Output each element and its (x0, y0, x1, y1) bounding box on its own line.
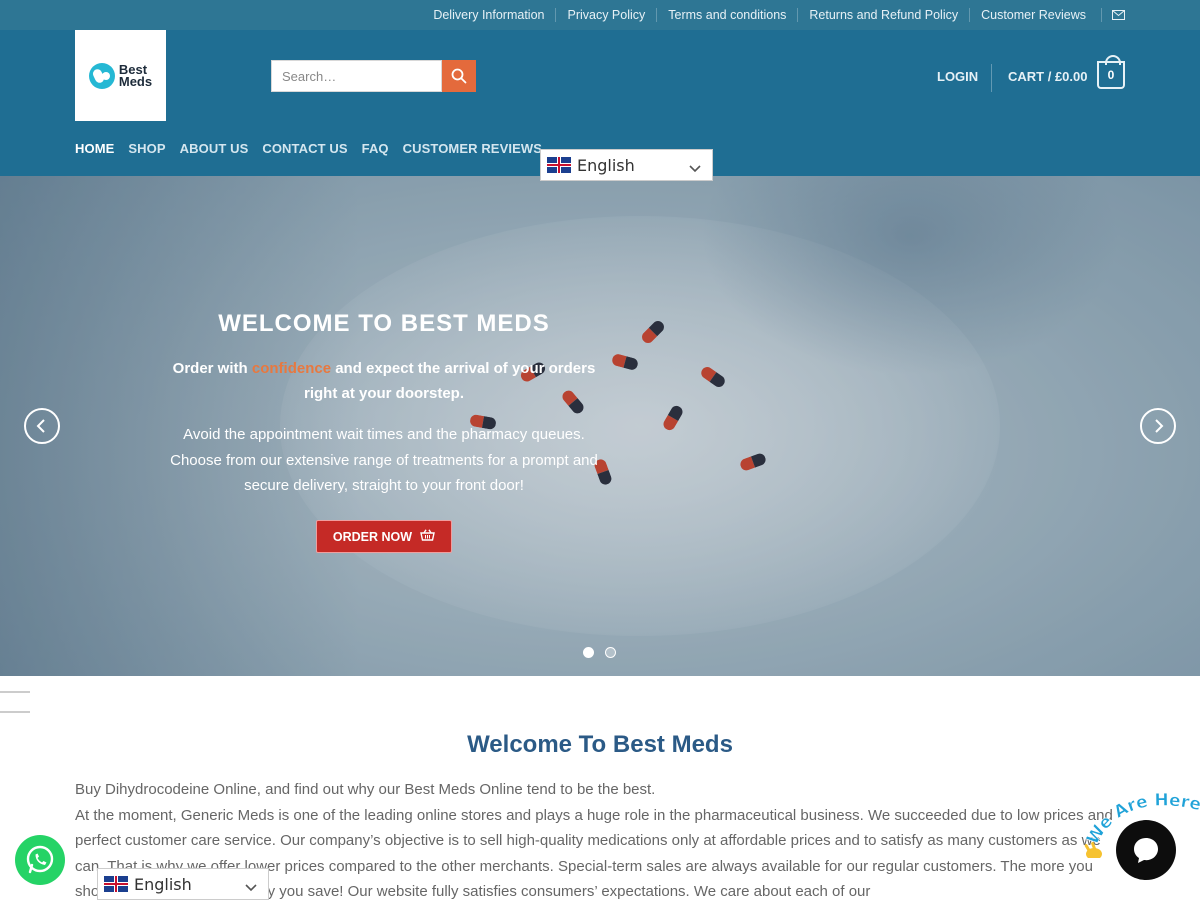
side-divider (0, 691, 30, 693)
search-input[interactable] (271, 60, 442, 92)
chevron-right-icon (1155, 419, 1164, 433)
chevron-down-icon (688, 159, 702, 178)
chevron-down-icon (244, 878, 258, 897)
uk-flag-icon (547, 157, 571, 173)
whatsapp-chat-button[interactable] (15, 835, 65, 885)
nav-shop[interactable]: SHOP (128, 141, 165, 156)
top-bar: Delivery Information Privacy Policy Term… (0, 0, 1200, 30)
nav-customer-reviews[interactable]: CUSTOMER REVIEWS (403, 141, 542, 156)
nav-faq[interactable]: FAQ (362, 141, 389, 156)
nav-home[interactable]: HOME (75, 141, 114, 156)
hero-highlight: confidence (251, 360, 332, 377)
top-link-customer-reviews[interactable]: Customer Reviews (969, 8, 1097, 22)
site-logo[interactable]: Best Meds (75, 30, 166, 121)
cart-link[interactable]: CART / £0.00 (1008, 69, 1087, 84)
slider-dot-1[interactable] (583, 647, 594, 658)
envelope-icon[interactable] (1101, 8, 1125, 22)
top-link-delivery-information[interactable]: Delivery Information (422, 8, 555, 22)
top-link-privacy-policy[interactable]: Privacy Policy (555, 8, 656, 22)
uk-flag-icon (104, 876, 128, 892)
top-link-returns[interactable]: Returns and Refund Policy (797, 8, 969, 22)
pill-logo-icon (88, 62, 115, 89)
language-select[interactable]: English (540, 149, 713, 181)
nav-contact-us[interactable]: CONTACT US (262, 141, 347, 156)
side-divider (0, 711, 30, 713)
search-button[interactable] (442, 60, 476, 92)
nav-about-us[interactable]: ABOUT US (180, 141, 249, 156)
top-nav: Delivery Information Privacy Policy Term… (422, 0, 1125, 30)
slider-dot-2[interactable] (605, 647, 616, 658)
live-chat-button[interactable] (1116, 820, 1176, 880)
slider-next-button[interactable] (1140, 408, 1176, 444)
slider-dots (583, 647, 627, 658)
search-icon (451, 68, 467, 84)
chat-bubble-icon (1134, 838, 1158, 863)
intro-paragraph-1: Buy Dihydrocodeine Online, and find out … (75, 781, 656, 798)
section-title: Welcome To Best Meds (467, 731, 733, 758)
cart-count-badge[interactable]: 0 (1097, 55, 1125, 89)
slider-prev-button[interactable] (24, 408, 60, 444)
whatsapp-icon (26, 845, 54, 874)
main-nav: HOME SHOP ABOUT US CONTACT US FAQ CUSTOM… (75, 141, 556, 156)
order-now-button[interactable]: ORDER NOW (316, 520, 452, 553)
search-form (271, 60, 476, 92)
hero-title: WELCOME TO BEST MEDS (218, 310, 550, 337)
language-select-footer[interactable]: English (97, 868, 269, 900)
logo-text-line2: Meds (118, 73, 153, 89)
basket-icon (420, 529, 435, 544)
hero-slider: WELCOME TO BEST MEDS Order with confiden… (0, 176, 1200, 676)
language-label-footer: English (134, 874, 192, 894)
header-divider (991, 64, 992, 92)
chevron-left-icon (36, 419, 45, 433)
language-label: English (577, 155, 635, 175)
top-link-terms[interactable]: Terms and conditions (656, 8, 797, 22)
hero-lead: Order with confidence and expect the arr… (172, 360, 596, 402)
hero-body: Avoid the appointment wait times and the… (170, 426, 598, 494)
login-link[interactable]: LOGIN (937, 69, 978, 84)
